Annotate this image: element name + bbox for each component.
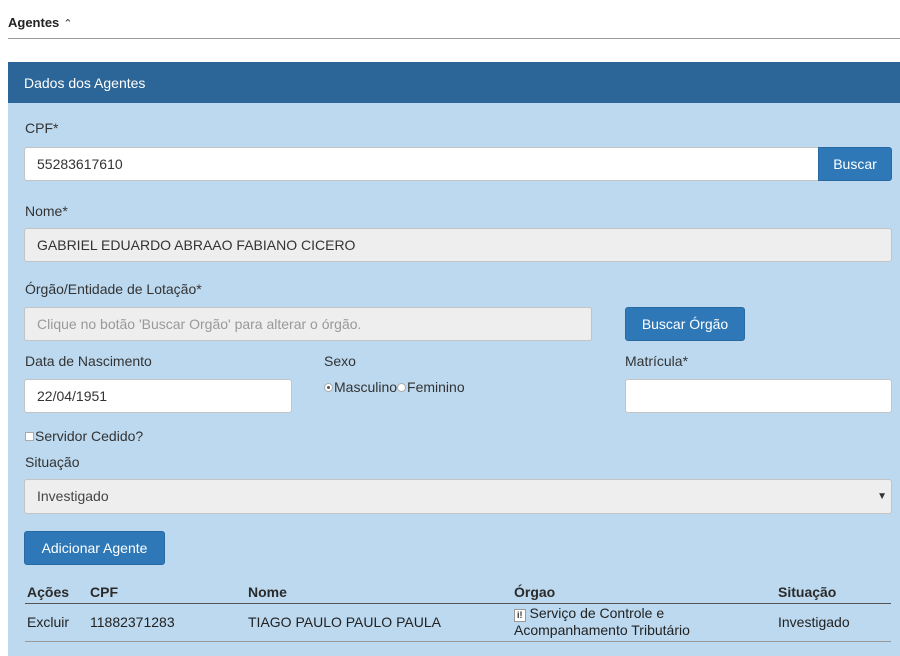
situacao-label: Situação bbox=[25, 454, 80, 470]
header-nome: Nome bbox=[246, 582, 512, 604]
double-chevron-up-icon[interactable]: ⌃ bbox=[63, 18, 72, 30]
table-header-row: Ações CPF Nome Órgao Situação bbox=[25, 582, 891, 604]
cedido-checkbox[interactable] bbox=[25, 432, 34, 441]
agents-table: Ações CPF Nome Órgao Situação Excluir 11… bbox=[25, 582, 891, 642]
masculino-radio[interactable] bbox=[324, 383, 333, 392]
situacao-selected: Investigado bbox=[37, 488, 109, 504]
cpf-input[interactable]: 55283617610 bbox=[24, 147, 820, 181]
adicionar-agente-button[interactable]: Adicionar Agente bbox=[24, 531, 165, 565]
situacao-cell: Investigado bbox=[776, 603, 891, 642]
nome-cell: TIAGO PAULO PAULO PAULA bbox=[246, 603, 512, 642]
orgao-line2: Acompanhamento Tributário bbox=[514, 622, 690, 638]
cpf-label: CPF* bbox=[25, 120, 59, 136]
table-row: Excluir 11882371283 TIAGO PAULO PAULO PA… bbox=[25, 603, 891, 642]
matricula-input[interactable] bbox=[625, 379, 892, 413]
section-title: Agentes bbox=[8, 15, 60, 30]
nome-input[interactable]: GABRIEL EDUARDO ABRAAO FABIANO CICERO bbox=[24, 228, 892, 262]
situacao-select[interactable]: Investigado ▼ bbox=[24, 479, 892, 514]
panel-heading: Dados dos Agentes bbox=[8, 62, 900, 103]
header-acoes: Ações bbox=[25, 582, 88, 604]
agents-panel: Dados dos Agentes CPF* 55283617610 Busca… bbox=[8, 62, 900, 656]
feminino-radio[interactable] bbox=[397, 383, 407, 392]
info-icon[interactable]: i! bbox=[514, 609, 526, 622]
buscar-orgao-button[interactable]: Buscar Órgão bbox=[625, 307, 745, 341]
orgao-cell: i! Serviço de Controle e Acompanhamento T… bbox=[512, 603, 776, 642]
orgao-label: Órgão/Entidade de Lotação* bbox=[25, 281, 202, 297]
sexo-radio-group: Masculino Feminino bbox=[324, 379, 465, 395]
nome-label: Nome* bbox=[25, 203, 68, 219]
matricula-label: Matrícula* bbox=[625, 353, 689, 369]
cedido-label: Servidor Cedido? bbox=[35, 428, 144, 444]
section-header: Agentes ⌃ bbox=[8, 14, 900, 39]
header-cpf: CPF bbox=[88, 582, 246, 604]
caret-down-icon: ▼ bbox=[877, 491, 887, 502]
feminino-label: Feminino bbox=[407, 379, 465, 395]
cpf-link[interactable]: 11882371283 bbox=[88, 603, 246, 642]
orgao-input[interactable]: Clique no botão 'Buscar Orgão' para alte… bbox=[24, 307, 592, 341]
orgao-line1: Serviço de Controle e bbox=[529, 605, 665, 621]
nascimento-label: Data de Nascimento bbox=[25, 353, 152, 369]
sexo-label: Sexo bbox=[324, 353, 356, 369]
excluir-link[interactable]: Excluir bbox=[25, 603, 88, 642]
header-situacao: Situação bbox=[776, 582, 891, 604]
buscar-button[interactable]: Buscar bbox=[818, 147, 892, 181]
cedido-row: Servidor Cedido? bbox=[25, 428, 143, 444]
masculino-label: Masculino bbox=[334, 379, 398, 395]
nascimento-input[interactable]: 22/04/1951 bbox=[24, 379, 292, 413]
header-orgao: Órgao bbox=[512, 582, 776, 604]
